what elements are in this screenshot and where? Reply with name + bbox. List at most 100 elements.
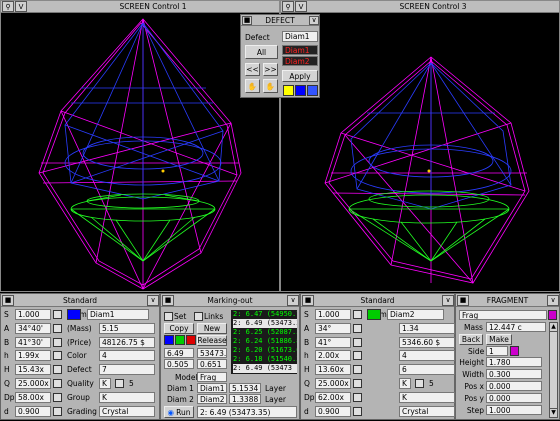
defect-item-2[interactable]: Diam2 — [282, 56, 318, 66]
copy-button[interactable]: Copy — [164, 323, 194, 334]
std1-check-dp[interactable] — [53, 392, 62, 402]
scroll-up-icon[interactable]: ▲ — [550, 323, 557, 332]
std2-check-h[interactable] — [353, 365, 362, 375]
std1-value-h[interactable]: 15.43x — [15, 364, 51, 376]
std1-value-s[interactable]: 1.000 — [15, 309, 51, 320]
screen3-zoom-icon[interactable]: ⚲ — [282, 1, 294, 12]
fragment-collapse-icon[interactable]: ∨ — [547, 294, 559, 306]
defect-item-1[interactable]: Diam1 — [282, 45, 318, 55]
back-button[interactable]: Back — [459, 334, 483, 345]
fragment-row-value[interactable]: 0.000 — [486, 393, 542, 403]
side-field[interactable]: 1 — [486, 346, 508, 356]
release-button[interactable]: Release — [197, 335, 227, 346]
marking-list-item[interactable]: 2: 6.47 (54950.7 — [233, 310, 297, 319]
std2-menu-button[interactable]: ■ — [302, 294, 314, 306]
std2-right-value-4[interactable]: 6 — [399, 364, 455, 376]
std1-check-d[interactable] — [53, 406, 62, 416]
blue-swatch-1[interactable] — [295, 85, 306, 96]
std1-value-a[interactable]: 34°40' — [15, 322, 51, 334]
std1-value-b[interactable]: 41°30' — [15, 336, 51, 348]
std2-right-value-5[interactable]: K — [399, 378, 411, 389]
blue-swatch[interactable] — [164, 335, 174, 345]
defect-hand-icon-2[interactable]: ✋ — [263, 79, 278, 93]
marking-menu-button[interactable]: ■ — [162, 294, 174, 306]
std2-check-q[interactable] — [353, 379, 362, 388]
std1-check-q[interactable] — [53, 379, 62, 388]
screen3-viewport[interactable] — [281, 13, 559, 291]
std2-check-s[interactable] — [353, 310, 362, 319]
defect-all-button[interactable]: All — [245, 45, 278, 59]
std2-right-value-1[interactable]: 1.34 — [399, 322, 455, 334]
defect-prev-button[interactable]: << — [245, 63, 260, 76]
std2-collapse-icon[interactable]: ∨ — [442, 294, 454, 306]
yellow-swatch[interactable] — [283, 85, 294, 96]
std2-value-h[interactable]: 2.00x — [315, 350, 351, 362]
std1-name-field[interactable]: Diam1 — [87, 309, 149, 320]
std2-right-value-6[interactable]: K — [399, 391, 455, 403]
marking-list-item[interactable]: 2: 6.25 (52087.3 — [233, 328, 297, 337]
std1-color-swatch[interactable] — [67, 309, 81, 320]
std2-value-b[interactable]: 41° — [315, 336, 351, 348]
diam2-field[interactable]: Diam2 — [197, 394, 227, 404]
std1-check-h[interactable] — [53, 351, 62, 361]
side-color-swatch[interactable] — [510, 346, 519, 356]
screen3-menu-button[interactable]: V — [295, 1, 307, 12]
std2-value-dp[interactable]: 62.00x — [315, 391, 351, 403]
red-swatch[interactable] — [186, 335, 196, 345]
green-swatch[interactable] — [175, 335, 185, 345]
frag-color-swatch[interactable] — [548, 310, 557, 320]
std2-check-a[interactable] — [353, 323, 362, 333]
std2-check-dp[interactable] — [353, 392, 362, 402]
marking-result-list[interactable]: 2: 6.47 (54950.7 2: 6.49 (53473.3 2: 6.25 … — [231, 310, 297, 374]
std2-color-swatch[interactable] — [367, 309, 381, 320]
defect-hand-icon-1[interactable]: ✋ — [245, 79, 260, 93]
fragment-row-value[interactable]: 0.000 — [486, 381, 542, 391]
set-checkbox[interactable] — [164, 312, 173, 321]
frag-field[interactable]: Frag — [459, 310, 547, 320]
scroll-down-icon[interactable]: ▼ — [550, 408, 557, 417]
std1-check-h[interactable] — [53, 365, 62, 375]
std2-value-h[interactable]: 13.60x — [315, 364, 351, 376]
std2-right-value-2[interactable]: 5346.60 $ — [399, 336, 455, 348]
fragment-row-value[interactable]: 1.780 — [486, 357, 542, 367]
std1-right-value-2[interactable]: 48126.75 $ — [99, 336, 155, 348]
run-button[interactable]: ◉ Run — [164, 406, 194, 418]
std2-value-s[interactable]: 1.000 — [315, 309, 351, 320]
defect-next-button[interactable]: >> — [263, 63, 278, 76]
marking-list-item[interactable]: 2: 6.18 (51540.3 — [233, 355, 297, 364]
std1-quality-check[interactable] — [115, 379, 124, 388]
marking-list-item[interactable]: 2: 6.49 (53473.3 — [233, 319, 297, 328]
marking-collapse-icon[interactable]: ∨ — [287, 294, 299, 306]
screen1-viewport[interactable] — [1, 13, 279, 291]
std1-value-d[interactable]: 0.900 — [15, 405, 51, 417]
std2-name-field[interactable]: Diam2 — [387, 309, 444, 320]
std1-right-value-5[interactable]: K — [99, 378, 111, 389]
new-button[interactable]: New — [197, 323, 227, 334]
fragment-row-value[interactable]: 1.000 — [486, 405, 542, 415]
std1-right-value-1[interactable]: 5.15 — [99, 322, 155, 334]
defect-apply-button[interactable]: Apply — [282, 70, 318, 82]
std1-check-b[interactable] — [53, 337, 62, 347]
std1-right-value-6[interactable]: K — [99, 391, 155, 403]
std1-check-a[interactable] — [53, 323, 62, 333]
std2-value-q[interactable]: 25.000x — [315, 378, 351, 389]
marking-list-item[interactable]: 2: 6.20 (51673.6 — [233, 346, 297, 355]
blue-swatch-2[interactable] — [307, 85, 318, 96]
screen1-menu-button[interactable]: V — [15, 1, 27, 12]
std2-value-d[interactable]: 0.900 — [315, 405, 351, 417]
defect-menu-button[interactable]: ■ — [242, 15, 252, 25]
std2-right-value-3[interactable]: 4 — [399, 350, 455, 362]
std1-menu-button[interactable]: ■ — [2, 294, 14, 306]
std2-check-h[interactable] — [353, 351, 362, 361]
fragment-scrollbar[interactable]: ▲ ▼ — [549, 322, 558, 418]
std2-quality-check[interactable] — [415, 379, 424, 388]
model-field[interactable]: Frag — [197, 372, 227, 382]
fragment-menu-button[interactable]: ■ — [457, 294, 469, 306]
std2-check-d[interactable] — [353, 406, 362, 416]
std1-collapse-icon[interactable]: ∨ — [147, 294, 159, 306]
links-checkbox[interactable] — [194, 312, 203, 321]
diam1-field[interactable]: Diam1 — [197, 383, 227, 393]
std2-value-a[interactable]: 34° — [315, 322, 351, 334]
std1-right-value-4[interactable]: 7 — [99, 364, 155, 376]
marking-list-item[interactable]: 2: 6.24 (51886.8 — [233, 337, 297, 346]
